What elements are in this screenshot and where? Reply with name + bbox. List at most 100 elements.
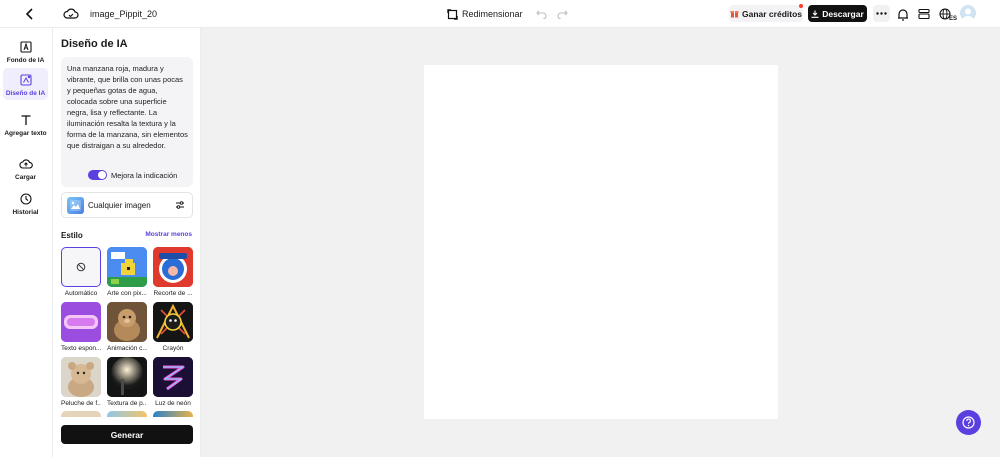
nav-item-label: Cargar (15, 174, 36, 181)
avatar[interactable] (960, 5, 976, 21)
style-tile-animation[interactable]: Animación c... (107, 302, 147, 352)
more-horizontal-icon (876, 12, 887, 15)
texture-thumbnail-icon (107, 357, 147, 397)
nav-item-label: Historial (12, 209, 39, 216)
enhance-prompt-label: Mejora la indicación (111, 170, 178, 180)
layers-icon (918, 8, 930, 20)
pixel-art-thumbnail-icon (107, 247, 147, 287)
resize-label: Redimensionar (462, 9, 523, 19)
prompt-text[interactable]: Una manzana roja, madura y vibrante, que… (67, 63, 188, 151)
download-button[interactable]: Descargar (808, 5, 867, 22)
redo-button[interactable] (555, 6, 569, 22)
layers-button[interactable] (916, 6, 932, 22)
style-label: Crayón (162, 345, 184, 352)
style-tile-plush[interactable]: Peluche de f... (61, 357, 101, 407)
style-heading: Estilo (61, 231, 83, 240)
nav-item-label: Agregar texto (4, 130, 47, 137)
style-label: Animación c... (107, 345, 147, 352)
gift-icon (730, 11, 739, 18)
style-thumbnail (153, 357, 193, 397)
style-tile-partial[interactable] (153, 411, 193, 417)
style-thumbnail (61, 411, 101, 417)
clock-icon (19, 193, 32, 205)
nav-item-add-text[interactable]: Agregar texto (3, 108, 48, 146)
style-label: Luz de neón (155, 400, 191, 407)
back-button[interactable] (22, 6, 38, 22)
notification-dot (799, 4, 803, 8)
undo-button[interactable] (534, 6, 548, 22)
cloud-icon (63, 8, 79, 19)
image-type-thumbnail-icon (70, 200, 81, 211)
style-thumbnail (107, 247, 147, 287)
generate-button[interactable]: Generar (61, 425, 193, 444)
style-tile-auto[interactable]: Automático (61, 247, 101, 297)
crayon-thumbnail-icon (153, 302, 193, 342)
style-thumbnail (107, 411, 147, 417)
style-tile-neon[interactable]: Luz de neón (153, 357, 193, 407)
nav-item-upload[interactable]: Cargar (3, 152, 48, 182)
style-thumbnail (107, 357, 147, 397)
earn-credits-label: Ganar créditos (742, 8, 802, 19)
sponge-text-thumbnail-icon (61, 302, 101, 342)
style-tile-cutout[interactable]: Recorte de ... (153, 247, 193, 297)
neon-thumbnail-icon (153, 357, 193, 397)
sliders-icon[interactable] (175, 200, 185, 210)
show-less-link[interactable]: Mostrar menos (145, 231, 192, 238)
cutout-thumbnail-icon (153, 247, 193, 287)
style-thumbnail (153, 247, 193, 287)
enhance-prompt-toggle[interactable] (88, 170, 107, 180)
style-label: Textura de p... (107, 400, 147, 407)
prompt-box[interactable]: Una manzana roja, madura y vibrante, que… (61, 57, 193, 187)
nav-item-history[interactable]: Historial (3, 187, 48, 217)
ai-background-icon (19, 41, 32, 53)
no-style-icon (76, 262, 86, 272)
user-avatar-icon (962, 8, 974, 21)
style-label: Texto espon... (61, 345, 101, 352)
style-thumbnail (153, 302, 193, 342)
redo-icon (557, 10, 568, 19)
cloud-sync-button[interactable] (62, 6, 80, 22)
style-thumbnail (61, 357, 101, 397)
style-tile-pixel-art[interactable]: Arte con pix... (107, 247, 147, 297)
top-bar: image_Pippit_20 Redimensionar Ganar créd… (0, 0, 1000, 28)
resize-icon (447, 8, 458, 20)
enhance-prompt-row: Mejora la indicación (88, 170, 177, 180)
cloud-upload-icon (18, 159, 33, 169)
image-type-selector[interactable]: Cualquier imagen (61, 192, 193, 218)
left-nav: Fondo de IA Diseño de IA Agregar texto C… (0, 28, 53, 457)
workspace (201, 28, 1000, 457)
style-tile-texture[interactable]: Textura de p... (107, 357, 147, 407)
text-icon (21, 115, 30, 125)
download-icon (811, 10, 819, 18)
nav-item-label: Diseño de IA (5, 90, 46, 97)
style-label: Peluche de f... (61, 400, 101, 407)
style-tile-crayon[interactable]: Crayón (153, 302, 193, 352)
undo-icon (535, 10, 546, 19)
style-tile-partial[interactable] (107, 411, 147, 417)
ai-design-panel: Diseño de IA Una manzana roja, madura y … (53, 28, 201, 457)
canvas[interactable] (424, 65, 778, 419)
more-options-button[interactable] (873, 5, 890, 22)
help-icon (962, 416, 975, 429)
image-type-thumbnail (67, 197, 84, 214)
ai-design-icon (19, 74, 32, 86)
nav-item-label: Fondo de IA (6, 57, 45, 64)
image-type-label: Cualquier imagen (88, 201, 151, 210)
panel-title: Diseño de IA (61, 38, 128, 50)
chevron-left-icon (25, 8, 33, 20)
help-button[interactable] (956, 410, 981, 435)
style-label: Arte con pix... (107, 290, 147, 297)
language-button[interactable]: ES (936, 6, 957, 22)
style-thumbnail (61, 247, 101, 287)
notifications-button[interactable] (895, 6, 911, 22)
style-thumbnail (61, 302, 101, 342)
style-tile-sponge-text[interactable]: Texto espon... (61, 302, 101, 352)
earn-credits-button[interactable]: Ganar créditos (729, 4, 803, 22)
nav-item-ai-design[interactable]: Diseño de IA (3, 68, 48, 100)
nav-item-ai-background[interactable]: Fondo de IA (3, 35, 48, 65)
style-tile-partial[interactable] (61, 411, 101, 417)
download-label: Descargar (822, 8, 864, 19)
resize-button[interactable]: Redimensionar (447, 6, 523, 22)
bell-icon (898, 8, 908, 21)
file-name[interactable]: image_Pippit_20 (90, 7, 157, 21)
